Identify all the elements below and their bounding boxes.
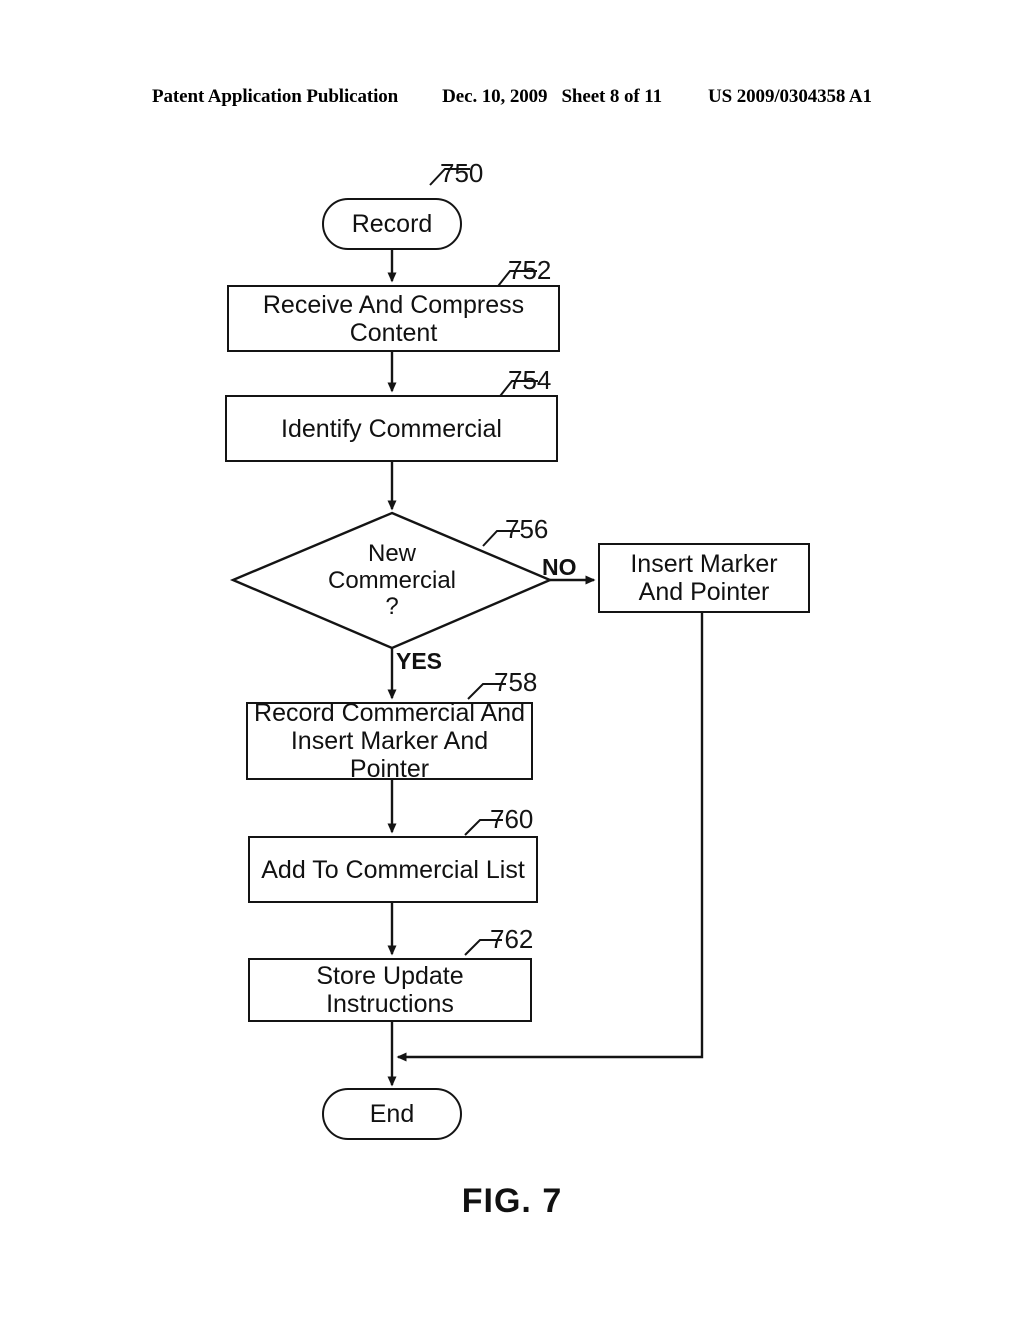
flow-node-add-to-commercial-list[interactable]: Add To Commercial List [248,836,538,903]
decision-label-line1: New [367,539,416,567]
flow-node-decision-new-commercial[interactable]: New Commercial ? [282,536,502,626]
flowchart-canvas [229,168,704,1087]
flow-node-end-label: End [369,1100,415,1128]
flow-node-end[interactable]: End [322,1088,462,1140]
flow-node-identify-commercial[interactable]: Identify Commercial [225,395,558,462]
branch-label-yes: YES [396,648,443,674]
flow-node-insert-marker-pointer[interactable]: Insert Marker And Pointer [598,543,810,613]
ref-numeral-752: 752 [508,255,552,285]
ref-numeral-750: 750 [440,158,484,188]
record-commercial-label-line1: Record Commercial And [254,699,525,727]
ref-numeral-760: 760 [490,804,534,834]
flow-node-start-label: Record [351,210,433,238]
flow-node-record-commercial-insert[interactable]: Record Commercial And Insert Marker And … [246,699,533,783]
decision-label-line2: Commercial [327,566,456,594]
branch-label-no: NO [542,554,577,580]
insert-marker-label-line2: And Pointer [638,578,770,606]
add-to-commercial-list-label: Add To Commercial List [261,855,525,884]
flow-node-receive-compress-label: Receive And Compress Content [262,290,525,347]
ref-numeral-754: 754 [508,365,552,395]
flow-node-receive-compress[interactable]: Receive And Compress Content [227,285,560,352]
ref-numeral-762: 762 [490,924,534,954]
record-commercial-label-line2: Insert Marker And Pointer [290,727,489,783]
store-update-instructions-label: Store Update Instructions [316,962,464,1018]
ref-numeral-758: 758 [494,667,538,697]
ref-numeral-756: 756 [505,514,549,544]
decision-label-line3: ? [385,593,399,621]
flow-node-store-update-instructions[interactable]: Store Update Instructions [248,958,532,1022]
flow-node-start[interactable]: Record [322,198,462,250]
figure-caption: FIG. 7 [461,1182,563,1220]
insert-marker-label-line1: Insert Marker [630,550,778,578]
flow-node-identify-commercial-label: Identify Commercial [281,414,502,443]
